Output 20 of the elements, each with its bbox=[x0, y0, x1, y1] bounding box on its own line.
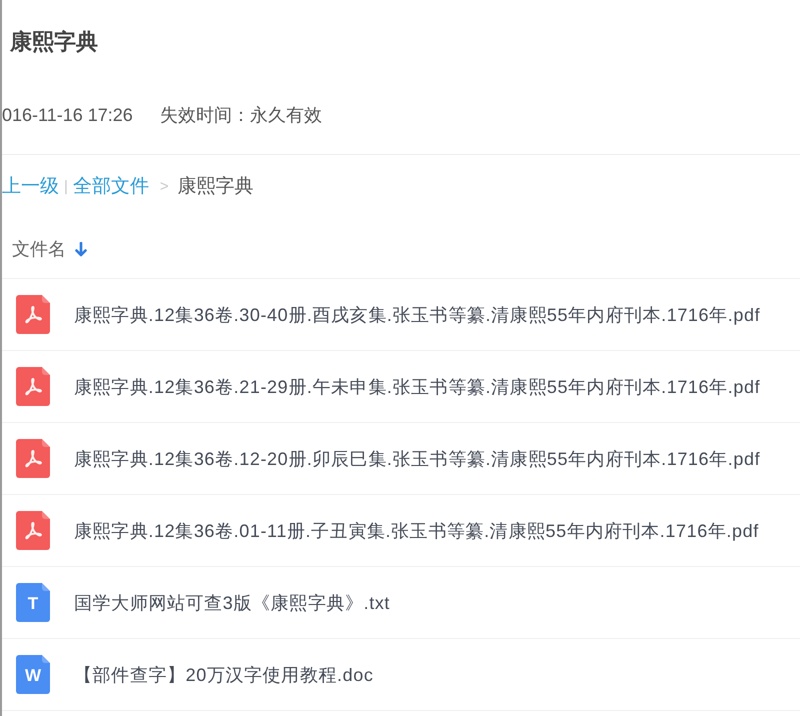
breadcrumb-current: 康熙字典 bbox=[178, 175, 254, 199]
text-file-icon: T bbox=[16, 583, 50, 622]
pdf-file-icon bbox=[16, 367, 50, 406]
expiry-text: 失效时间：永久有效 bbox=[160, 104, 322, 127]
breadcrumb-separator: > bbox=[160, 177, 169, 197]
file-name-column-header[interactable]: 文件名 bbox=[12, 237, 66, 261]
pdf-file-icon bbox=[16, 295, 50, 334]
file-name[interactable]: 康熙字典.12集36卷.30-40册.酉戌亥集.张玉书等纂.清康熙55年内府刊本.1716年.pdf bbox=[74, 302, 760, 326]
breadcrumb-divider: | bbox=[64, 177, 68, 197]
document-file-icon: W bbox=[16, 655, 50, 694]
file-name[interactable]: 康熙字典.12集36卷.12-20册.卯辰巳集.张玉书等纂.清康熙55年内府刊本.1716年.pdf bbox=[74, 446, 760, 470]
file-name[interactable]: 国学大师网站可查3版《康熙字典》.txt bbox=[74, 590, 390, 614]
pdf-file-icon bbox=[16, 511, 50, 550]
file-name[interactable]: 康熙字典.12集36卷.21-29册.午未申集.张玉书等纂.清康熙55年内府刊本.1716年.pdf bbox=[74, 374, 760, 398]
share-date: 016-11-16 17:26 bbox=[2, 104, 133, 127]
file-name[interactable]: 【部件查字】20万汉字使用教程.doc bbox=[74, 662, 374, 686]
file-name[interactable]: 康熙字典.12集36卷.01-11册.子丑寅集.张玉书等纂.清康熙55年内府刊本.1716年.pdf bbox=[74, 518, 759, 542]
page-title: 康熙字典 bbox=[10, 28, 98, 56]
pdf-file-icon bbox=[16, 439, 50, 478]
sort-arrow-icon[interactable] bbox=[75, 242, 87, 256]
